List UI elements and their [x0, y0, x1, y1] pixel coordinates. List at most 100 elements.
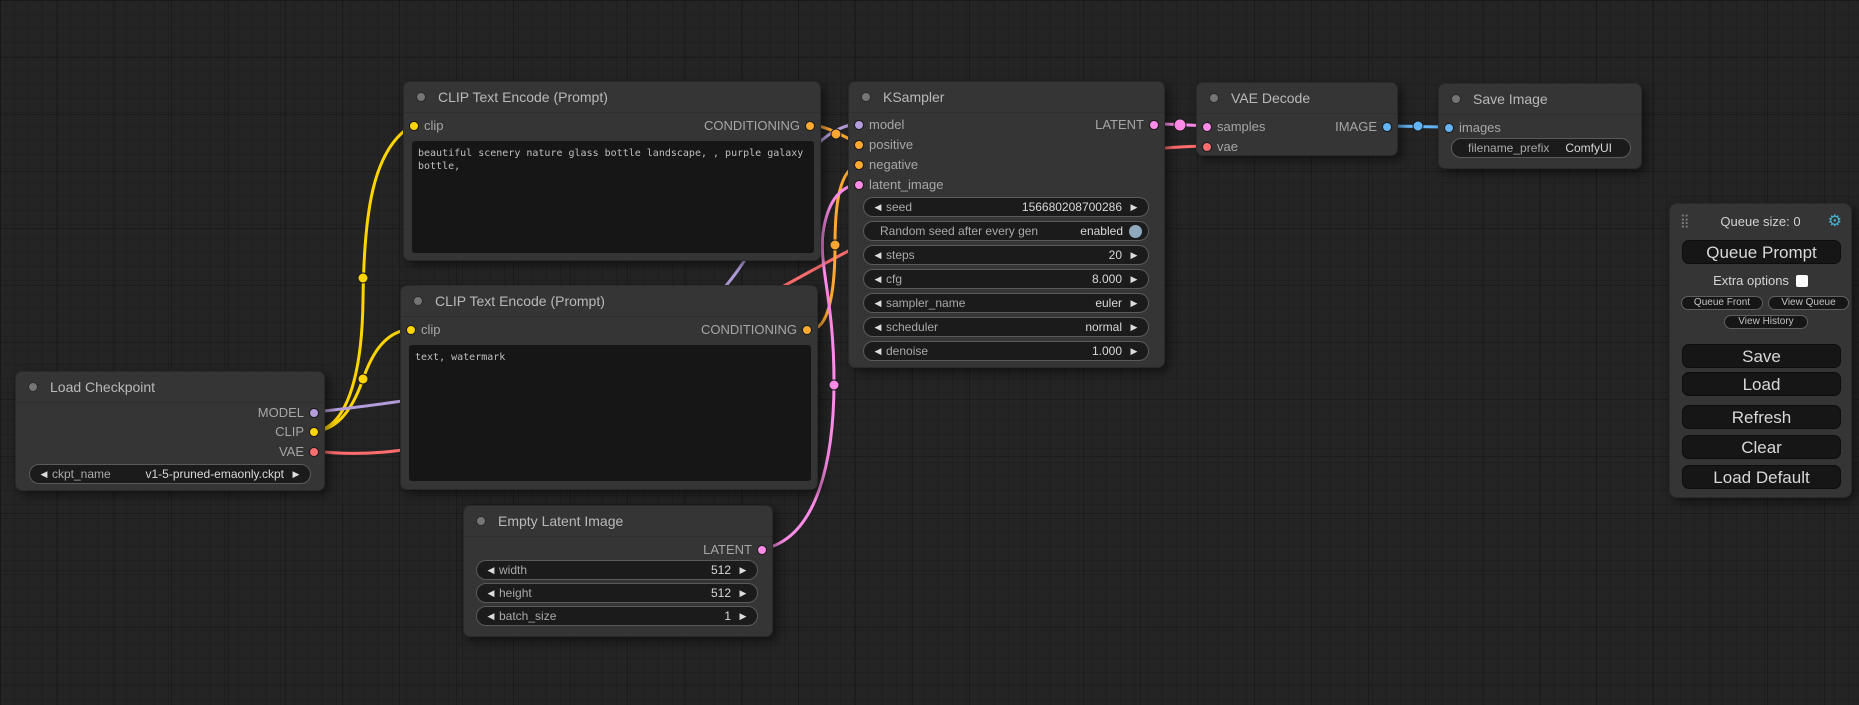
collapse-dot-icon[interactable]: [476, 516, 486, 526]
decrement-arrow-icon[interactable]: ◀: [483, 588, 499, 599]
node-title: CLIP Text Encode (Prompt): [401, 286, 817, 317]
node-save-image[interactable]: Save Image images filename_prefix ComfyU…: [1438, 83, 1642, 169]
clip-input-slot[interactable]: [409, 121, 419, 131]
latent-output-slot[interactable]: [757, 545, 767, 555]
input-label-clip: clip: [424, 118, 444, 133]
node-vae-decode[interactable]: VAE Decode samples vae IMAGE: [1196, 82, 1398, 156]
refresh-button[interactable]: Refresh: [1682, 405, 1841, 429]
batch-size-widget[interactable]: ◀ batch_size 1 ▶: [476, 606, 758, 626]
clear-button[interactable]: Clear: [1682, 435, 1841, 459]
save-button[interactable]: Save: [1682, 344, 1841, 368]
view-history-button[interactable]: View History: [1724, 315, 1808, 329]
height-widget[interactable]: ◀ height 512 ▶: [476, 583, 758, 603]
input-label-images: images: [1459, 120, 1501, 135]
increment-arrow-icon[interactable]: ▶: [735, 588, 751, 599]
collapse-dot-icon[interactable]: [1451, 94, 1461, 104]
queue-front-button[interactable]: Queue Front: [1681, 296, 1763, 310]
collapse-dot-icon[interactable]: [1209, 93, 1219, 103]
node-clip-text-encode-negative[interactable]: CLIP Text Encode (Prompt) clip CONDITION…: [400, 285, 818, 490]
sampler-name-widget[interactable]: ◀ sampler_name euler ▶: [863, 293, 1149, 313]
latent-image-input-slot[interactable]: [854, 180, 864, 190]
increment-arrow-icon[interactable]: ▶: [1126, 202, 1142, 213]
increment-arrow-icon[interactable]: ▶: [1126, 274, 1142, 285]
increment-arrow-icon[interactable]: ▶: [1126, 346, 1142, 357]
widget-value: 156680208700286: [1018, 200, 1126, 214]
increment-arrow-icon[interactable]: ▶: [735, 611, 751, 622]
image-output-slot[interactable]: [1382, 122, 1392, 132]
queue-prompt-button[interactable]: Queue Prompt: [1682, 240, 1841, 264]
node-title: Load Checkpoint: [16, 372, 324, 403]
increment-arrow-icon[interactable]: ▶: [1126, 322, 1142, 333]
negative-input-slot[interactable]: [854, 160, 864, 170]
vae-output-slot[interactable]: [309, 447, 319, 457]
widget-label: cfg: [886, 272, 902, 286]
link-midpoint-dot[interactable]: [358, 273, 368, 283]
node-graph-canvas[interactable]: Load Checkpoint MODEL CLIP VAE ◀ ckpt_na…: [0, 0, 1859, 705]
collapse-dot-icon[interactable]: [28, 382, 38, 392]
collapse-dot-icon[interactable]: [413, 296, 423, 306]
settings-gear-icon[interactable]: ⚙: [1828, 211, 1842, 231]
widget-value: 20: [1105, 248, 1126, 262]
link-midpoint-dot[interactable]: [358, 374, 368, 384]
node-title: VAE Decode: [1197, 83, 1397, 114]
collapse-dot-icon[interactable]: [861, 92, 871, 102]
link-midpoint-dot[interactable]: [829, 380, 839, 390]
clip-output-slot[interactable]: [309, 427, 319, 437]
output-label-latent: LATENT: [1095, 117, 1144, 132]
load-default-button[interactable]: Load Default: [1682, 465, 1841, 489]
load-button[interactable]: Load: [1682, 372, 1841, 396]
clip-input-slot[interactable]: [406, 325, 416, 335]
decrement-arrow-icon[interactable]: ◀: [870, 322, 886, 333]
decrement-arrow-icon[interactable]: ◀: [870, 202, 886, 213]
link-midpoint-dot[interactable]: [1174, 119, 1186, 131]
decrement-arrow-icon[interactable]: ◀: [870, 274, 886, 285]
decrement-arrow-icon[interactable]: ◀: [483, 565, 499, 576]
vae-input-slot[interactable]: [1202, 142, 1212, 152]
conditioning-output-slot[interactable]: [805, 121, 815, 131]
denoise-widget[interactable]: ◀ denoise 1.000 ▶: [863, 341, 1149, 361]
decrement-arrow-icon[interactable]: ◀: [870, 250, 886, 261]
widget-label: batch_size: [499, 609, 556, 623]
increment-arrow-icon[interactable]: ▶: [735, 565, 751, 576]
positive-input-slot[interactable]: [854, 140, 864, 150]
scheduler-widget[interactable]: ◀ scheduler normal ▶: [863, 317, 1149, 337]
model-output-slot[interactable]: [309, 408, 319, 418]
seed-widget[interactable]: ◀ seed 156680208700286 ▶: [863, 197, 1149, 217]
samples-input-slot[interactable]: [1202, 122, 1212, 132]
filename-prefix-widget[interactable]: filename_prefix ComfyUI: [1451, 138, 1631, 158]
view-queue-button[interactable]: View Queue: [1768, 296, 1849, 310]
node-clip-text-encode-positive[interactable]: CLIP Text Encode (Prompt) clip CONDITION…: [403, 81, 821, 261]
widget-label: filename_prefix: [1468, 141, 1549, 155]
node-ksampler[interactable]: KSampler model positive negative latent_…: [848, 81, 1165, 368]
model-input-slot[interactable]: [854, 120, 864, 130]
images-input-slot[interactable]: [1444, 123, 1454, 133]
decrement-arrow-icon[interactable]: ◀: [870, 298, 886, 309]
link-midpoint-dot[interactable]: [830, 240, 840, 250]
node-load-checkpoint[interactable]: Load Checkpoint MODEL CLIP VAE ◀ ckpt_na…: [15, 371, 325, 491]
decrement-arrow-icon[interactable]: ◀: [483, 611, 499, 622]
width-widget[interactable]: ◀ width 512 ▶: [476, 560, 758, 580]
increment-arrow-icon[interactable]: ▶: [1126, 298, 1142, 309]
widget-value: 512: [707, 586, 735, 600]
extra-options-checkbox[interactable]: [1796, 275, 1808, 287]
latent-output-slot[interactable]: [1149, 120, 1159, 130]
decrement-arrow-icon[interactable]: ◀: [870, 346, 886, 357]
link-midpoint-dot[interactable]: [1413, 121, 1423, 131]
increment-arrow-icon[interactable]: ▶: [288, 469, 304, 480]
steps-widget[interactable]: ◀ steps 20 ▶: [863, 245, 1149, 265]
link-midpoint-dot[interactable]: [831, 129, 841, 139]
prompt-textarea[interactable]: text, watermark: [409, 345, 811, 481]
conditioning-output-slot[interactable]: [802, 325, 812, 335]
random-seed-toggle-widget[interactable]: Random seed after every gen enabled: [863, 221, 1149, 241]
queue-panel[interactable]: ⣿ Queue size: 0 ⚙ Queue Prompt Extra opt…: [1669, 203, 1852, 498]
decrement-arrow-icon[interactable]: ◀: [36, 469, 52, 480]
collapse-dot-icon[interactable]: [416, 92, 426, 102]
seed-toggle-icon[interactable]: [1129, 225, 1142, 238]
widget-label: Random seed after every gen: [880, 224, 1038, 238]
cfg-widget[interactable]: ◀ cfg 8.000 ▶: [863, 269, 1149, 289]
widget-label: denoise: [886, 344, 928, 358]
ckpt-name-widget[interactable]: ◀ ckpt_name v1-5-pruned-emaonly.ckpt ▶: [29, 464, 311, 484]
increment-arrow-icon[interactable]: ▶: [1126, 250, 1142, 261]
node-empty-latent-image[interactable]: Empty Latent Image LATENT ◀ width 512 ▶ …: [463, 505, 773, 637]
prompt-textarea[interactable]: beautiful scenery nature glass bottle la…: [412, 141, 814, 253]
